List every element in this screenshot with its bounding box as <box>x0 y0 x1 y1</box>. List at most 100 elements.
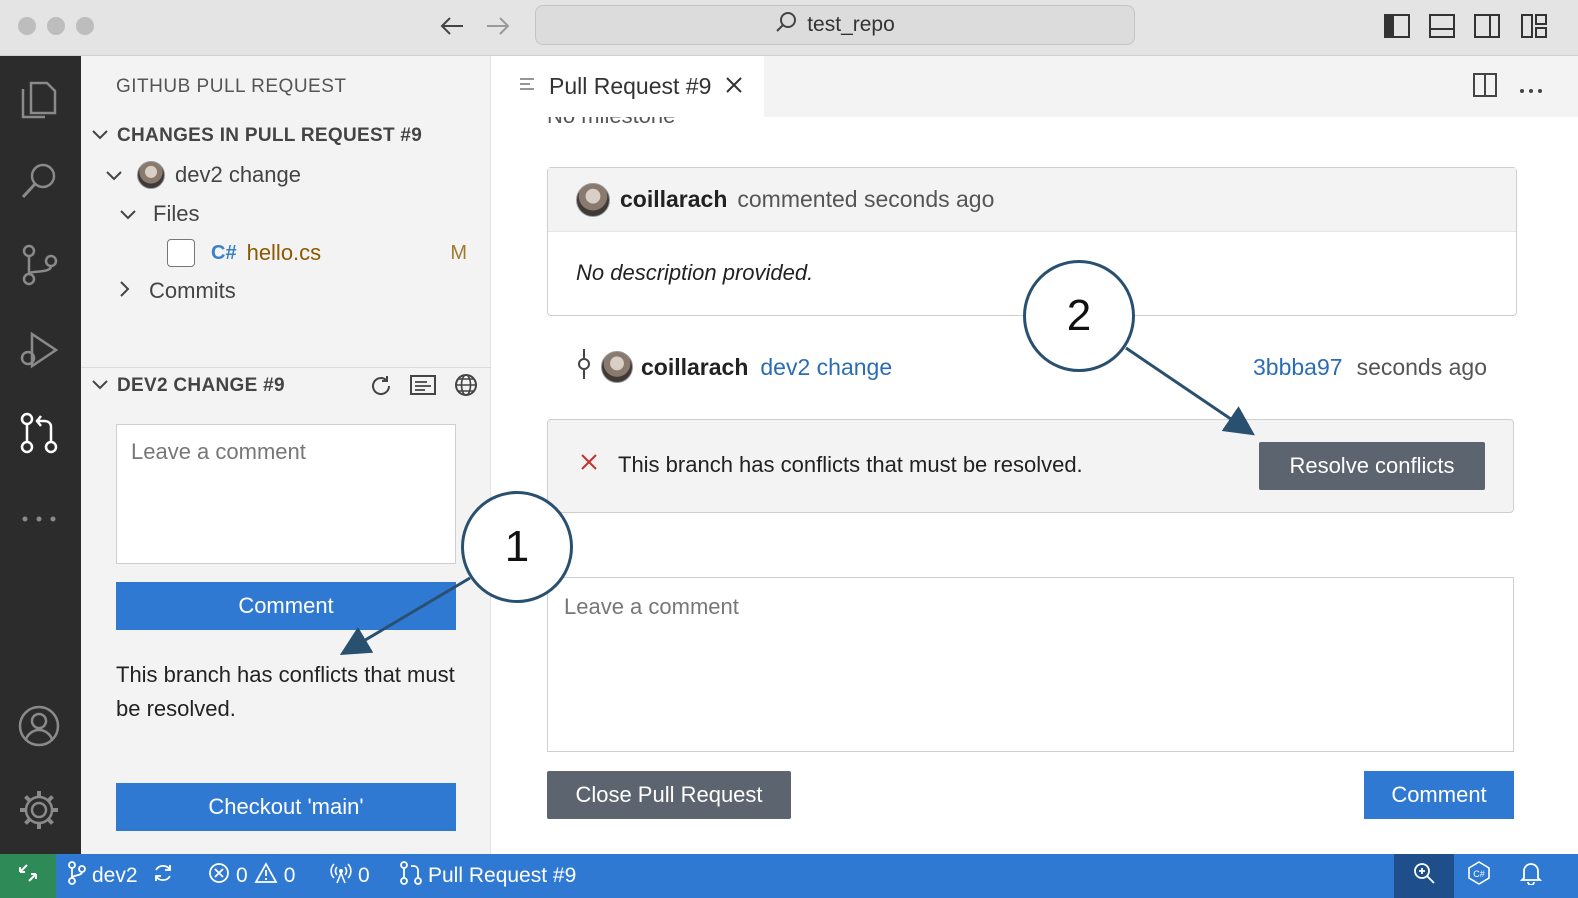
commit-message-link[interactable]: dev2 change <box>760 354 892 381</box>
branch-indicator[interactable]: dev2 <box>68 854 174 898</box>
globe-icon[interactable] <box>454 373 478 403</box>
problems-indicator[interactable]: 0 0 <box>208 854 295 898</box>
changes-section-title: CHANGES IN PULL REQUEST #9 <box>117 125 423 146</box>
pull-request-editor: No milestone coillarach commented second… <box>491 117 1578 854</box>
pull-request-indicator[interactable]: Pull Request #9 <box>400 854 576 898</box>
tree-item-files[interactable]: Files <box>119 196 199 232</box>
toggle-primary-sidebar-icon[interactable] <box>1382 11 1412 41</box>
zoom-in-icon <box>1412 861 1436 891</box>
tab-label: Pull Request #9 <box>549 73 712 99</box>
tree-item-commit[interactable]: dev2 change <box>105 157 301 193</box>
pull-requests-icon[interactable] <box>16 410 62 456</box>
toggle-secondary-sidebar-icon[interactable] <box>1472 11 1502 41</box>
command-center-search[interactable]: test_repo <box>535 5 1135 45</box>
avatar <box>137 161 165 189</box>
source-control-icon[interactable] <box>16 242 62 288</box>
error-x-icon <box>580 452 598 476</box>
tree-item-file[interactable]: C# hello.cs M <box>167 235 467 271</box>
run-and-debug-icon[interactable] <box>16 326 62 372</box>
file-status-badge: M <box>450 241 467 264</box>
back-arrow-icon[interactable] <box>436 10 468 42</box>
warning-icon <box>254 862 278 890</box>
sidebar: GITHUB PULL REQUEST CHANGES IN PULL REQU… <box>81 56 491 854</box>
conflict-message: This branch has conflicts that must be r… <box>618 452 1083 477</box>
zoom-indicator[interactable] <box>1394 854 1454 898</box>
description-card-header: coillarach commented seconds ago <box>548 168 1516 232</box>
pull-request-icon <box>400 861 422 891</box>
remote-indicator[interactable] <box>0 854 56 898</box>
avatar <box>576 182 610 217</box>
editor-tab-bar: Pull Request #9 <box>491 56 1578 117</box>
status-bar: dev2 0 0 0 Pull Request #9 C# <box>0 854 1578 898</box>
csharp-file-icon: C# <box>211 241 237 264</box>
zoom-window-button[interactable] <box>76 17 94 35</box>
chevron-down-icon <box>105 162 123 188</box>
accounts-icon[interactable] <box>16 703 62 749</box>
refresh-icon[interactable] <box>369 374 393 404</box>
comment-input[interactable]: Leave a comment <box>547 577 1514 752</box>
close-window-button[interactable] <box>18 17 36 35</box>
forward-arrow-icon[interactable] <box>482 10 514 42</box>
toggle-panel-icon[interactable] <box>1427 11 1457 41</box>
error-count: 0 <box>236 864 248 887</box>
file-checkbox[interactable] <box>167 239 195 267</box>
customize-layout-icon[interactable] <box>1519 11 1549 41</box>
description-icon[interactable] <box>410 374 436 402</box>
commit-sha-link[interactable]: 3bbba97 <box>1253 354 1343 381</box>
sidebar-comment-button[interactable]: Comment <box>116 582 456 630</box>
files-label: Files <box>153 201 200 226</box>
search-icon <box>775 11 797 39</box>
callout-2: 2 <box>1023 260 1135 372</box>
language-indicator[interactable]: C# <box>1466 854 1492 898</box>
broadcast-icon <box>330 862 352 890</box>
explorer-icon[interactable] <box>16 74 62 120</box>
close-tab-icon[interactable] <box>725 73 743 100</box>
pull-request-label: Pull Request #9 <box>428 864 577 887</box>
commits-label: Commits <box>149 278 236 303</box>
bell-icon <box>1519 861 1543 891</box>
chevron-right-icon <box>119 278 131 304</box>
remote-icon <box>17 862 39 890</box>
error-icon <box>208 862 230 890</box>
title-bar: test_repo <box>0 0 1578 56</box>
avatar <box>601 351 633 383</box>
pr-section-title: DEV2 CHANGE #9 <box>117 375 285 396</box>
svg-text:C#: C# <box>1473 869 1485 879</box>
merge-status-box: This branch has conflicts that must be r… <box>547 419 1514 513</box>
ports-indicator[interactable]: 0 <box>330 854 370 898</box>
warning-count: 0 <box>283 864 296 887</box>
close-pull-request-button[interactable]: Close Pull Request <box>547 771 791 819</box>
sidebar-comment-input[interactable]: Leave a comment <box>116 424 456 564</box>
comment-button[interactable]: Comment <box>1364 771 1514 819</box>
comment-meta: commented seconds ago <box>737 186 995 212</box>
ports-count: 0 <box>358 864 370 887</box>
more-views-icon[interactable] <box>16 496 62 542</box>
preview-icon <box>519 73 535 100</box>
commit-label: dev2 change <box>175 162 301 187</box>
branch-icon <box>68 861 86 891</box>
notifications-indicator[interactable] <box>1519 854 1543 898</box>
search-icon[interactable] <box>16 158 62 204</box>
tab-pull-request[interactable]: Pull Request #9 <box>491 56 764 117</box>
commit-time: seconds ago <box>1356 353 1487 380</box>
csharp-icon: C# <box>1466 860 1492 892</box>
sidebar-conflict-message: This branch has conflicts that must be r… <box>116 662 455 721</box>
chevron-down-icon <box>91 125 109 147</box>
file-name: hello.cs <box>246 240 322 265</box>
sync-icon[interactable] <box>152 862 174 890</box>
milestone-label: No milestone <box>547 117 675 129</box>
resolve-conflicts-button[interactable]: Resolve conflicts <box>1259 442 1485 490</box>
branch-name: dev2 <box>92 864 138 887</box>
commit-author[interactable]: coillarach <box>641 354 748 381</box>
checkout-main-button[interactable]: Checkout 'main' <box>116 783 456 831</box>
changes-section-header[interactable]: CHANGES IN PULL REQUEST #9 <box>81 118 491 154</box>
git-commit-icon <box>577 349 591 385</box>
settings-gear-icon[interactable] <box>16 787 62 833</box>
minimize-window-button[interactable] <box>47 17 65 35</box>
split-editor-icon[interactable] <box>1472 72 1498 103</box>
callout-1: 1 <box>461 491 573 603</box>
tree-item-commits[interactable]: Commits <box>119 273 236 309</box>
more-actions-icon[interactable] <box>1518 82 1544 100</box>
pr-section-header[interactable]: DEV2 CHANGE #9 <box>81 368 491 404</box>
comment-author[interactable]: coillarach <box>620 186 727 213</box>
